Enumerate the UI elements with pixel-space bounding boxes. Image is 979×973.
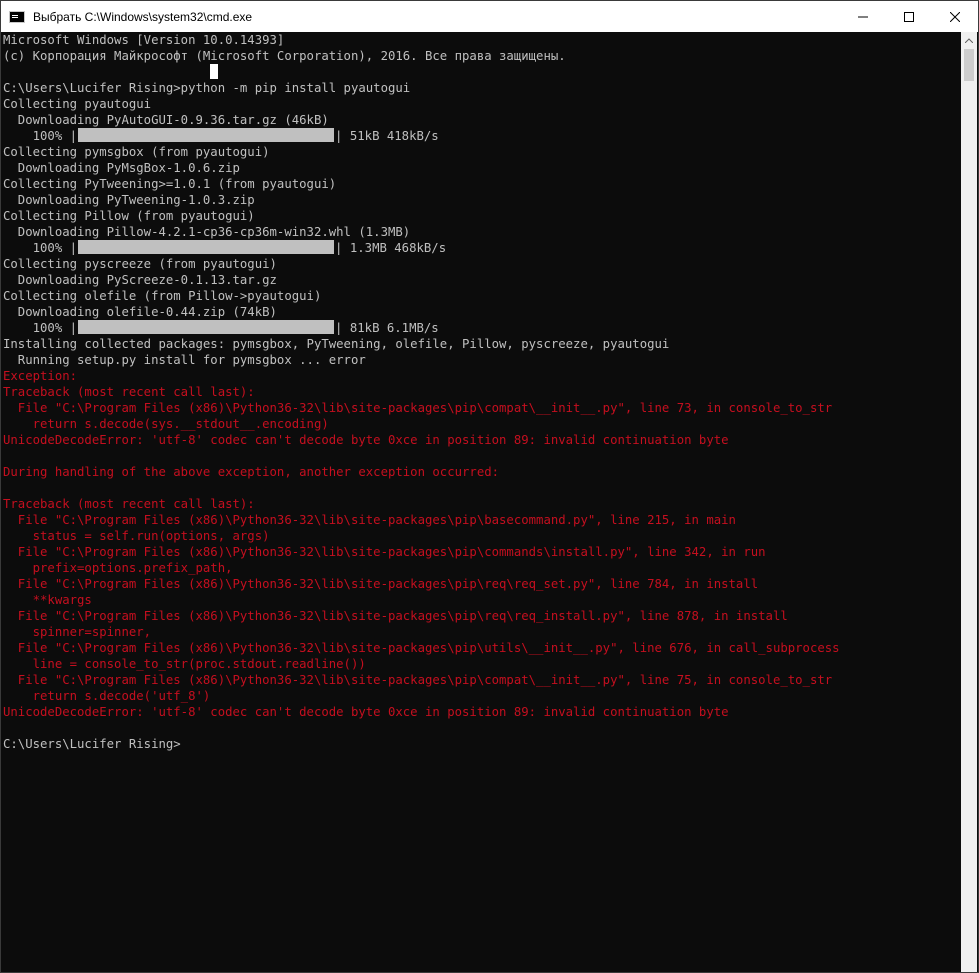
console-line: Traceback (most recent call last): [3,385,255,399]
console-line: File "C:\Program Files (x86)\Python36-32… [3,401,833,415]
window-controls [840,1,978,32]
progress-percent: 100% | [3,241,78,255]
maximize-button[interactable] [886,1,932,32]
progress-line: 100% | | 1.3MB 468kB/s [3,240,840,256]
console-line: Running setup.py install for pymsgbox ..… [3,353,366,367]
console-line: Collecting olefile (from Pillow->pyautog… [3,289,322,303]
console-line: prefix=options.prefix_path, [3,561,233,575]
console-line: status = self.run(options, args) [3,529,270,543]
progress-bar [78,320,335,334]
close-button[interactable] [932,1,978,32]
console-lines: Microsoft Windows [Version 10.0.14393] (c… [3,32,840,752]
maximize-icon [904,11,914,22]
console-line: Traceback (most recent call last): [3,497,255,511]
console-line: File "C:\Program Files (x86)\Python36-32… [3,545,766,559]
progress-percent: 100% | [3,129,78,143]
console-line: C:\Users\Lucifer Rising> [3,737,181,751]
console-line: File "C:\Program Files (x86)\Python36-32… [3,641,840,655]
console-line: Downloading olefile-0.44.zip (74kB) [3,305,277,319]
window-title: Выбрать C:\Windows\system32\cmd.exe [33,9,253,24]
console-output[interactable]: Microsoft Windows [Version 10.0.14393] (c… [2,32,963,972]
console-line: return s.decode('utf_8') [3,689,211,703]
console-line: File "C:\Program Files (x86)\Python36-32… [3,577,759,591]
text-cursor [210,64,218,79]
progress-stats: | 1.3MB 468kB/s [335,241,447,255]
progress-line: 100% | | 81kB 6.1MB/s [3,320,840,336]
console-line: line = console_to_str(proc.stdout.readli… [3,657,366,671]
console-line: Collecting PyTweening>=1.0.1 (from pyaut… [3,177,337,191]
console-line: Downloading PyScreeze-0.1.13.tar.gz [3,273,277,287]
console-line: Collecting pyautogui [3,97,152,111]
console-line: return s.decode(sys.__stdout__.encoding) [3,417,329,431]
console-line: **kwargs [3,593,92,607]
minimize-icon [858,16,868,17]
console-line: C:\Users\Lucifer Rising>python -m pip in… [3,81,411,95]
console-line: Exception: [3,369,78,383]
vertical-scrollbar[interactable] [961,32,977,972]
console-line: File "C:\Program Files (x86)\Python36-32… [3,609,788,623]
progress-stats: | 51kB 418kB/s [335,129,439,143]
console-line: File "C:\Program Files (x86)\Python36-32… [3,513,736,527]
scroll-up-arrow-icon [965,38,973,43]
progress-percent: 100% | [3,321,78,335]
console-line: (c) Корпорация Майкрософт (Microsoft Cor… [3,49,566,63]
console-line: Downloading PyAutoGUI-0.9.36.tar.gz (46k… [3,113,329,127]
console-line: File "C:\Program Files (x86)\Python36-32… [3,673,833,687]
progress-bar [78,128,335,142]
console-line: spinner=spinner, [3,625,152,639]
cmd-window: Выбрать C:\Windows\system32\cmd.exe Micr… [0,0,979,973]
console-line: UnicodeDecodeError: 'utf-8' codec can't … [3,705,729,719]
progress-stats: | 81kB 6.1MB/s [335,321,439,335]
progress-line: 100% | | 51kB 418kB/s [3,128,840,144]
console-line: Downloading PyMsgBox-1.0.6.zip [3,161,240,175]
close-icon [950,11,960,22]
scroll-thumb[interactable] [964,49,974,81]
console-line: During handling of the above exception, … [3,465,500,479]
console-line: Collecting pymsgbox (from pyautogui) [3,145,270,159]
title-bar[interactable]: Выбрать C:\Windows\system32\cmd.exe [1,1,978,32]
scroll-up-button[interactable] [961,32,977,49]
console-line: Installing collected packages: pymsgbox,… [3,337,670,351]
cmd-app-icon[interactable] [9,10,25,23]
console-line: UnicodeDecodeError: 'utf-8' codec can't … [3,433,729,447]
console-line: Collecting Pillow (from pyautogui) [3,209,255,223]
console-line: Collecting pyscreeze (from pyautogui) [3,257,277,271]
minimize-button[interactable] [840,1,886,32]
progress-bar [78,240,335,254]
console-line: Downloading Pillow-4.2.1-cp36-cp36m-win3… [3,225,411,239]
console-line: Microsoft Windows [Version 10.0.14393] [3,33,285,47]
console-line: Downloading PyTweening-1.0.3.zip [3,193,255,207]
